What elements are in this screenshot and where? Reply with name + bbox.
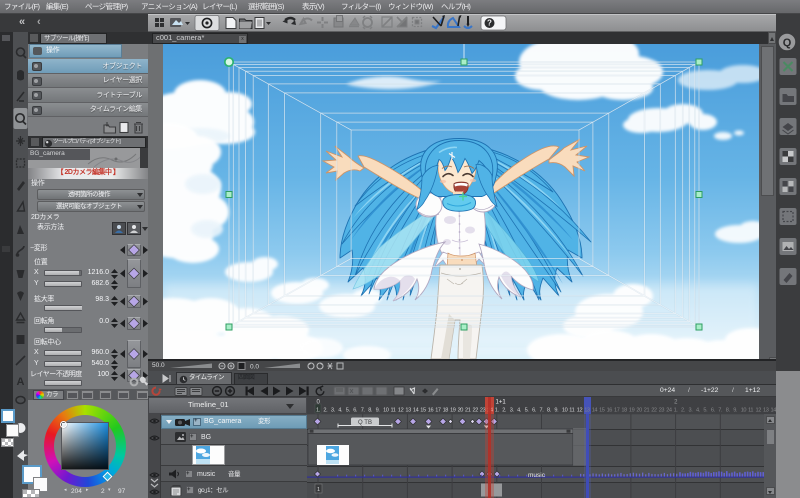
svg-text:18: 18 (443, 408, 449, 414)
svg-text:A: A (17, 376, 25, 388)
svg-text:17: 17 (614, 408, 620, 414)
svg-text:1: 1 (317, 487, 320, 493)
svg-text:19: 19 (450, 408, 456, 414)
svg-text:23: 23 (659, 408, 665, 414)
svg-text:0.0: 0.0 (250, 364, 259, 371)
svg-text:14: 14 (413, 408, 419, 414)
svg-text:12: 12 (756, 408, 762, 414)
svg-text:Q: Q (783, 37, 792, 49)
svg-text:16: 16 (607, 408, 613, 414)
svg-text:22: 22 (473, 408, 479, 414)
svg-text:19: 19 (629, 408, 635, 414)
svg-text:24: 24 (666, 408, 672, 414)
svg-text:22: 22 (651, 408, 657, 414)
svg-text:13: 13 (584, 408, 590, 414)
svg-text:1+1: 1+1 (496, 400, 507, 406)
svg-text:16: 16 (428, 408, 434, 414)
svg-text:20: 20 (636, 408, 642, 414)
svg-text:11: 11 (391, 408, 396, 414)
svg-text:?: ? (487, 19, 492, 28)
svg-text:21: 21 (644, 408, 650, 414)
svg-text:10: 10 (562, 408, 568, 414)
svg-text:12: 12 (398, 408, 404, 414)
svg-text:21: 21 (465, 408, 471, 414)
svg-text:20: 20 (458, 408, 464, 414)
svg-text:17: 17 (435, 408, 441, 414)
svg-text:12: 12 (577, 408, 583, 414)
svg-text:13: 13 (763, 408, 769, 414)
svg-text:11: 11 (569, 408, 574, 414)
svg-text:18: 18 (621, 408, 627, 414)
svg-text:11: 11 (748, 408, 753, 414)
svg-text:13: 13 (405, 408, 411, 414)
svg-text:15: 15 (599, 408, 605, 414)
svg-text:Q TB: Q TB (358, 420, 372, 426)
svg-text:music: music (528, 472, 546, 479)
svg-text:15: 15 (420, 408, 426, 414)
svg-text:10: 10 (383, 408, 389, 414)
svg-text:10: 10 (741, 408, 747, 414)
svg-text:14: 14 (592, 408, 598, 414)
